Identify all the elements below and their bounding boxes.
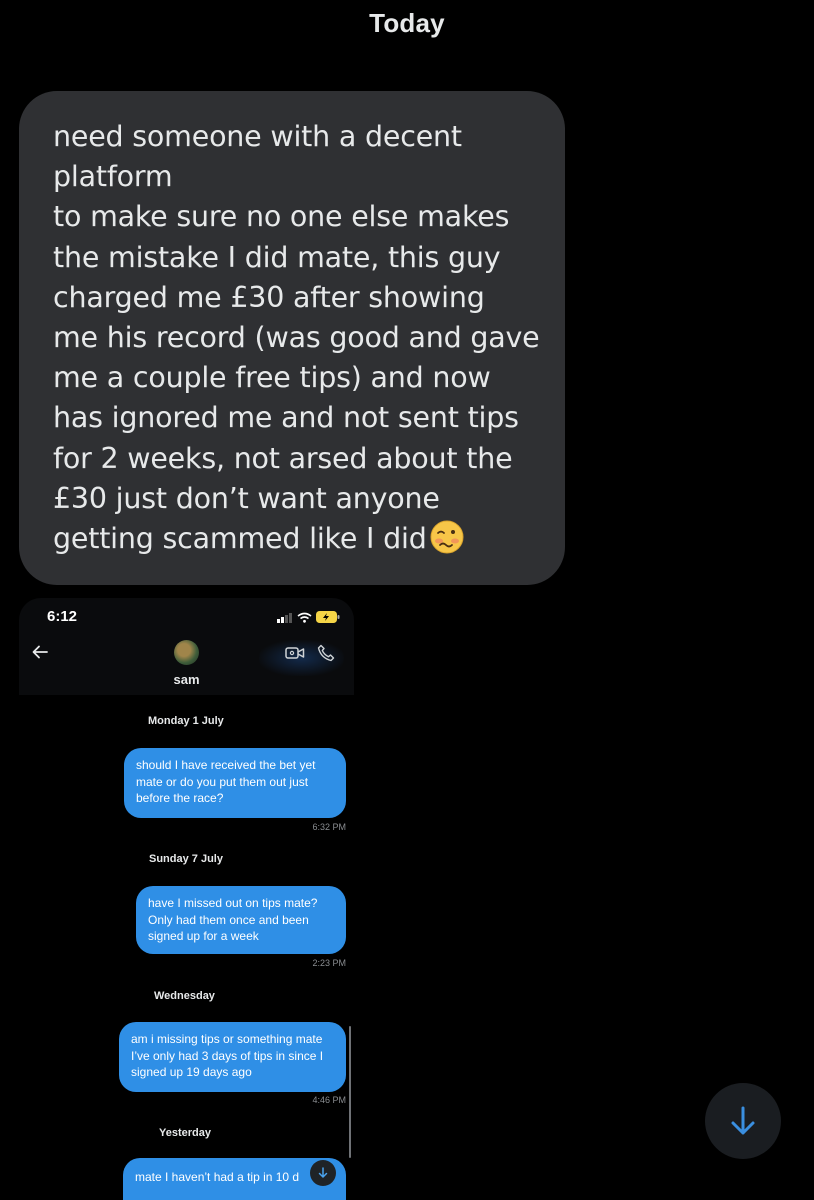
signal-icon xyxy=(277,612,292,623)
sent-message-2[interactable]: have I missed out on tips mate? Only had… xyxy=(136,886,346,954)
date-separator-3: Wednesday xyxy=(154,990,215,1002)
contact-avatar[interactable] xyxy=(174,640,199,665)
status-icons xyxy=(277,610,340,624)
arrow-down-icon xyxy=(731,1106,755,1135)
scrollbar[interactable] xyxy=(349,1026,351,1158)
status-time: 6:12 xyxy=(47,608,78,625)
message-time-3: 4:46 PM xyxy=(312,1095,346,1105)
battery-charging-icon xyxy=(316,611,340,623)
date-separator-2: Sunday 7 July xyxy=(149,853,223,865)
embedded-screenshot[interactable]: 6:12 sam Monday 1 July should I have rec… xyxy=(19,598,354,1200)
screenshot-header: 6:12 sam xyxy=(19,598,354,695)
wifi-icon xyxy=(297,612,312,623)
arrow-down-icon xyxy=(318,1167,328,1178)
received-message-text: need someone with a decent platform to m… xyxy=(53,120,540,556)
phone-call-icon[interactable] xyxy=(317,644,335,662)
received-message-bubble[interactable]: need someone with a decent platform to m… xyxy=(19,91,565,585)
date-separator-1: Monday 1 July xyxy=(148,715,224,727)
sent-message-1[interactable]: should I have received the bet yet mate … xyxy=(124,748,346,818)
video-call-icon[interactable] xyxy=(285,645,305,661)
date-separator-4: Yesterday xyxy=(159,1127,211,1139)
mini-scroll-down-button[interactable] xyxy=(310,1160,336,1186)
sent-message-3[interactable]: am i missing tips or something mate I’ve… xyxy=(119,1022,346,1092)
day-header: Today xyxy=(369,8,445,38)
message-time-2: 2:23 PM xyxy=(312,958,346,968)
message-time-1: 6:32 PM xyxy=(312,822,346,832)
scroll-to-bottom-button[interactable] xyxy=(705,1083,781,1159)
back-arrow-icon[interactable] xyxy=(31,643,49,661)
woozy-face-icon xyxy=(430,520,464,554)
